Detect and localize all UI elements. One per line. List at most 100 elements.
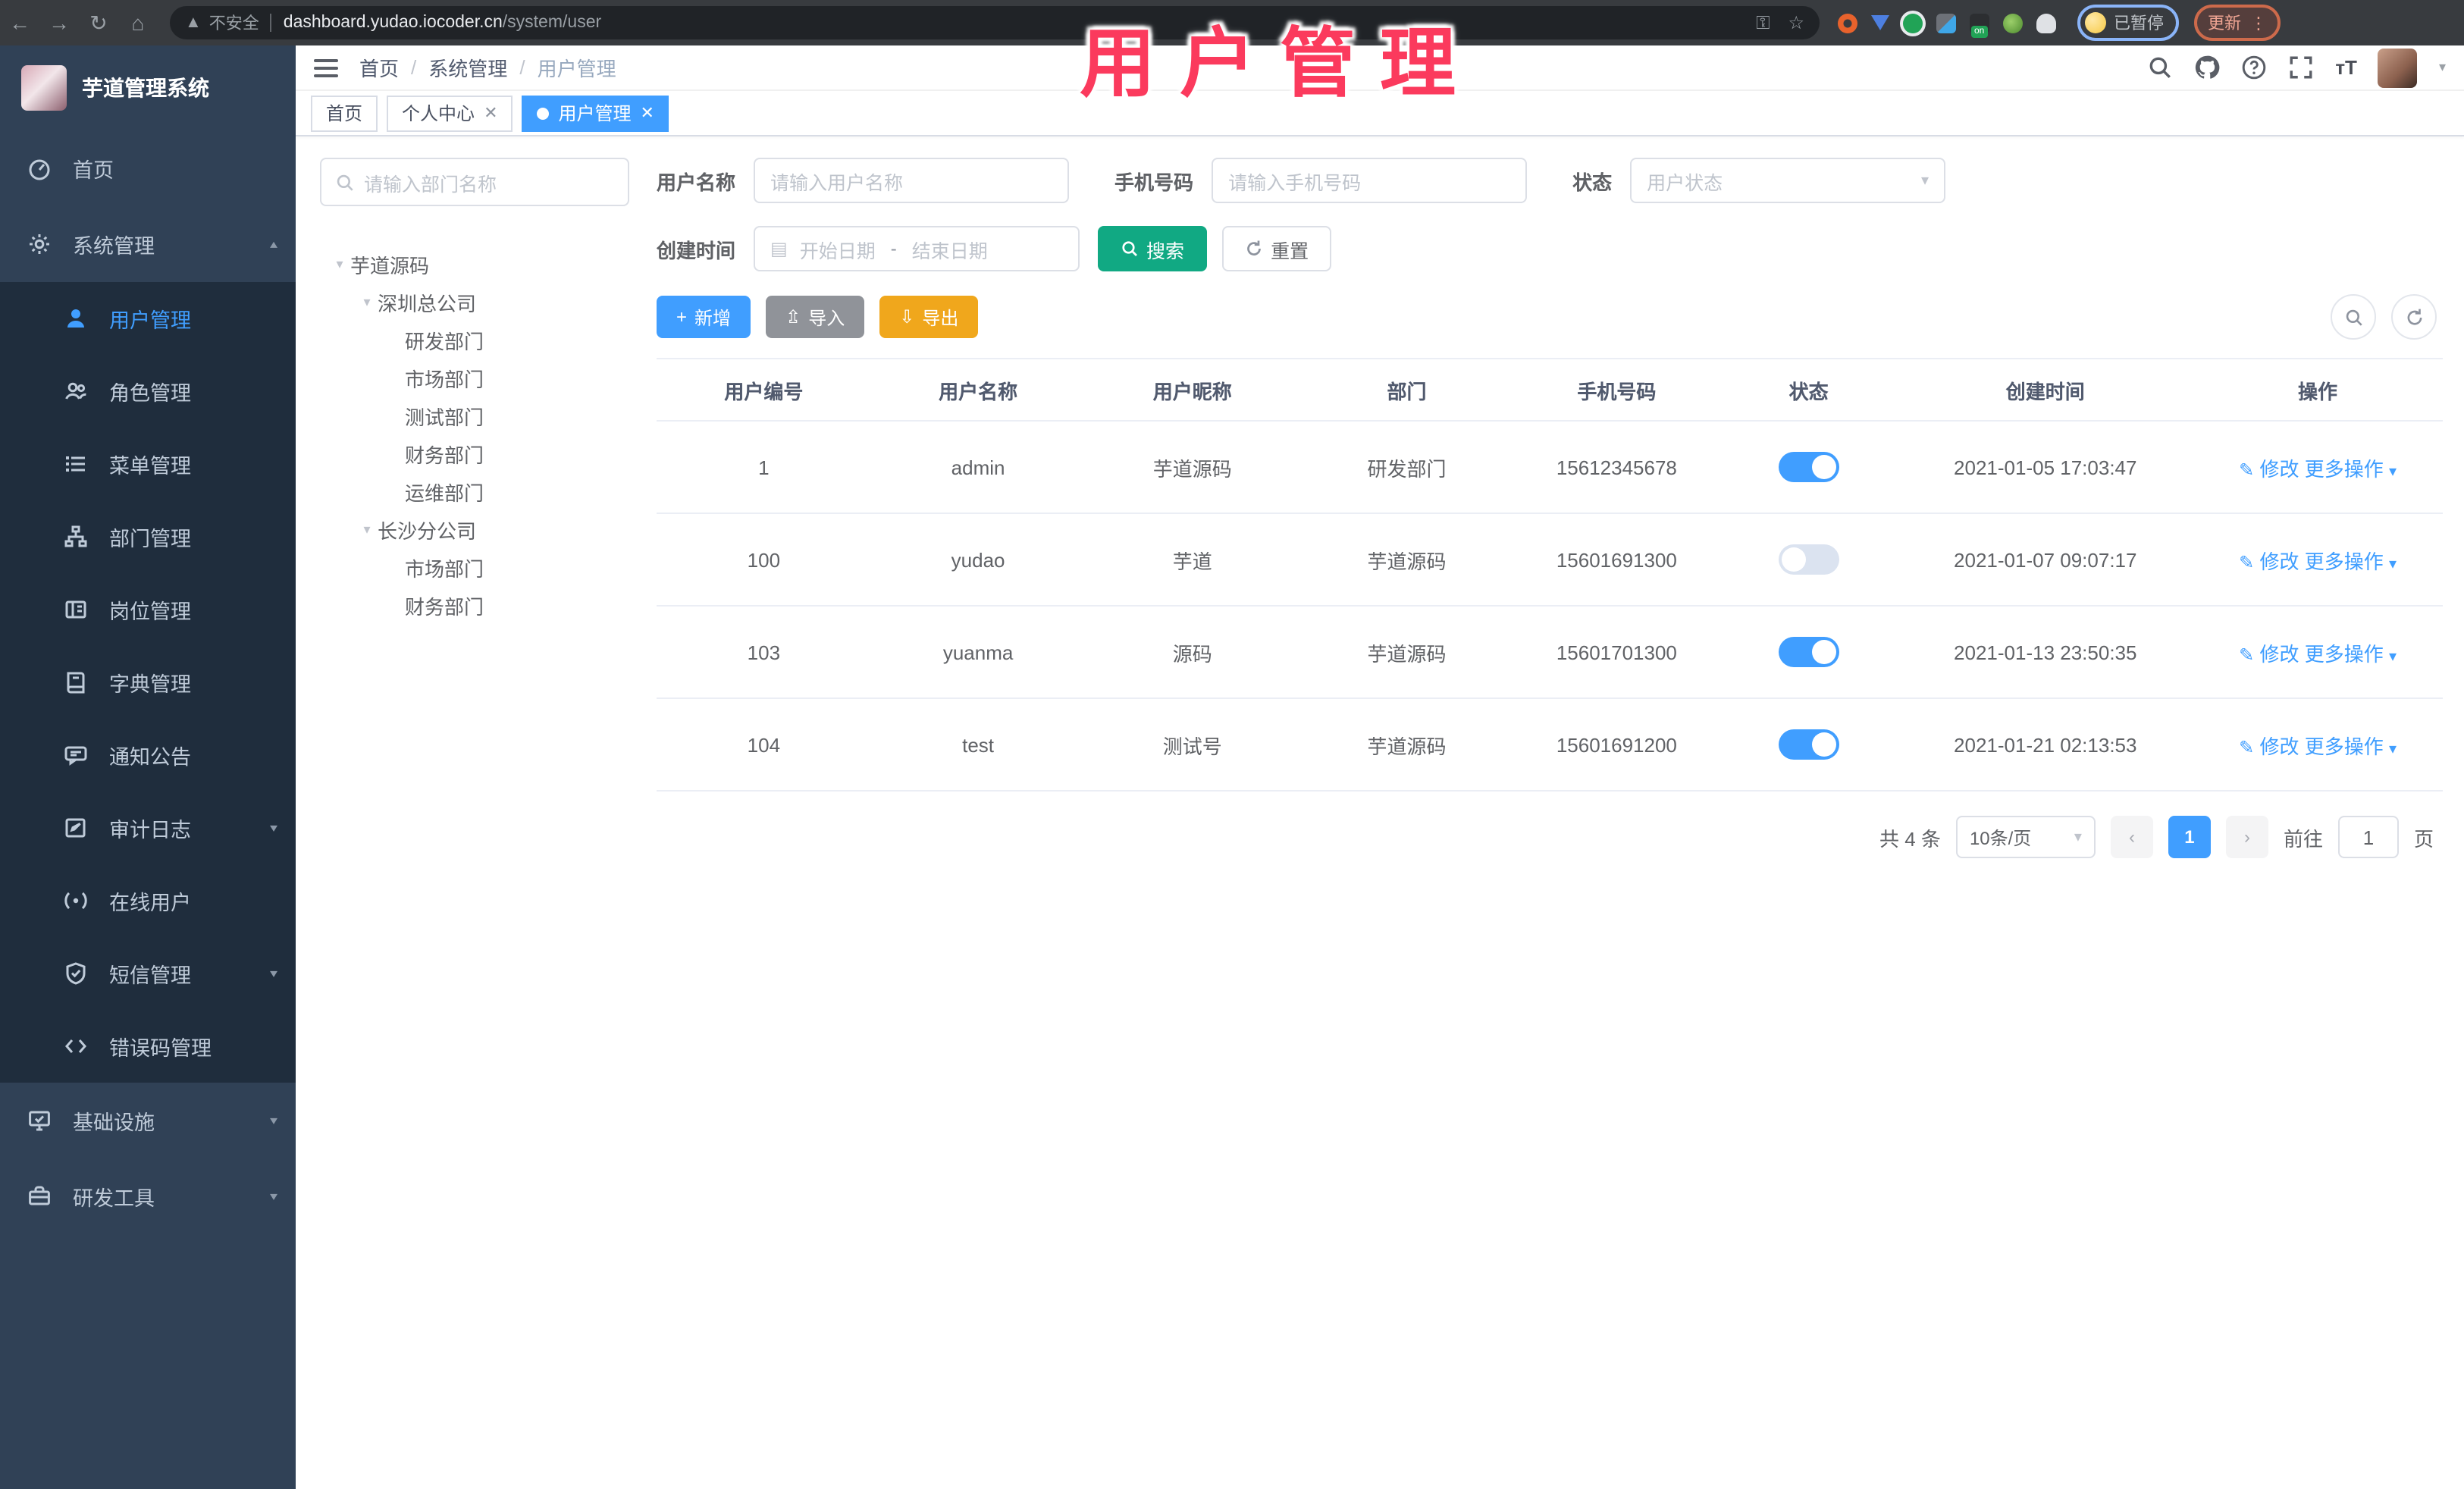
status-toggle[interactable] — [1778, 544, 1839, 575]
sidebar-logo-row[interactable]: 芋道管理系统 — [0, 45, 296, 130]
github-icon[interactable] — [2194, 55, 2220, 80]
download-icon: ⇩ — [899, 306, 915, 328]
more-actions-link[interactable]: 更多操作 ▾ — [2305, 642, 2397, 665]
tree-node-财务部门[interactable]: 财务部门 — [320, 435, 629, 473]
sidebar-item-用户管理[interactable]: 用户管理 — [0, 282, 296, 355]
status-toggle[interactable] — [1778, 637, 1839, 667]
more-actions-link[interactable]: 更多操作 ▾ — [2305, 735, 2397, 757]
department-search-input[interactable]: 请输入部门名称 — [320, 158, 629, 206]
sidebar-item-审计日志[interactable]: 审计日志 ▾ — [0, 792, 296, 864]
breadcrumb-item[interactable]: 首页 — [359, 53, 399, 82]
breadcrumb-item[interactable]: 系统管理 — [428, 53, 507, 82]
sidebar-item-在线用户[interactable]: 在线用户 — [0, 864, 296, 937]
prev-page-button[interactable]: ‹ — [2110, 816, 2153, 858]
extension-plant-icon[interactable] — [2003, 13, 2023, 33]
browser-back-icon[interactable]: ← — [0, 11, 39, 35]
extension-green-y-icon[interactable] — [1903, 13, 1923, 33]
more-actions-link[interactable]: 更多操作 ▾ — [2305, 550, 2397, 572]
sidebar-item-研发工具[interactable]: 研发工具 ▾ — [0, 1158, 296, 1234]
edit-link[interactable]: ✎ 修改 — [2239, 550, 2299, 572]
tree-expand-caret-icon[interactable]: ▾ — [329, 256, 350, 273]
avatar-dropdown-caret-icon[interactable]: ▾ — [2439, 59, 2446, 76]
close-icon[interactable]: ✕ — [641, 103, 654, 123]
sidebar-item-短信管理[interactable]: 短信管理 ▾ — [0, 937, 296, 1010]
tree-node-市场部门[interactable]: 市场部门 — [320, 549, 629, 587]
tab-用户管理[interactable]: 用户管理 ✕ — [522, 95, 669, 131]
tree-node-深圳总公司[interactable]: ▾ 深圳总公司 — [320, 284, 629, 321]
tree-node-长沙分公司[interactable]: ▾ 长沙分公司 — [320, 511, 629, 549]
font-size-icon[interactable]: тT — [2335, 56, 2357, 79]
username-input[interactable]: 请输入用户名称 — [754, 158, 1070, 203]
extension-gem-icon[interactable] — [1871, 15, 1889, 30]
help-icon[interactable] — [2241, 55, 2267, 80]
show-search-button[interactable] — [2331, 294, 2376, 340]
password-key-icon[interactable]: ⚿ — [1756, 11, 1770, 34]
pencil-icon: ✎ — [2239, 459, 2255, 480]
plus-icon: + — [676, 306, 688, 328]
close-icon[interactable]: ✕ — [484, 103, 497, 123]
next-page-button[interactable]: › — [2225, 816, 2268, 858]
date-range-input[interactable]: ▤ 开始日期 - 结束日期 — [754, 226, 1080, 271]
browser-forward-icon[interactable]: → — [39, 11, 79, 35]
extension-switch-icon[interactable]: on — [1970, 13, 1989, 37]
department-tree: ▾ 芋道源码 ▾ 深圳总公司 研发部门 市场部门 测试部门 财务部门 运维部门 ▾ 长沙分公司 市场部… — [320, 246, 629, 625]
browser-profile-chip[interactable]: 已暂停 — [2077, 5, 2179, 41]
status-toggle[interactable] — [1778, 729, 1839, 760]
page-size-select[interactable]: 10条/页 ▾ — [1955, 816, 2096, 858]
tab-首页[interactable]: 首页 — [311, 95, 378, 131]
user-avatar[interactable] — [2378, 48, 2418, 87]
status-toggle[interactable] — [1778, 452, 1839, 482]
import-button[interactable]: ⇫ 导入 — [766, 296, 865, 338]
status-select[interactable]: 用户状态 ▾ — [1630, 158, 1946, 203]
tree-node-财务部门[interactable]: 财务部门 — [320, 587, 629, 625]
sidebar-item-错误码管理[interactable]: 错误码管理 — [0, 1010, 296, 1083]
upload-icon: ⇫ — [785, 306, 801, 328]
tree-node-研发部门[interactable]: 研发部门 — [320, 321, 629, 359]
chevron-down-icon: ▾ — [2388, 463, 2397, 480]
edit-link[interactable]: ✎ 修改 — [2239, 642, 2299, 665]
sidebar-item-岗位管理[interactable]: 岗位管理 — [0, 573, 296, 646]
browser-update-button[interactable]: 更新 ⋮ — [2194, 5, 2281, 41]
extensions-puzzle-icon[interactable] — [2036, 13, 2056, 33]
profile-status-label: 已暂停 — [2114, 15, 2164, 33]
more-actions-link[interactable]: 更多操作 ▾ — [2305, 457, 2397, 480]
sidebar-item-角色管理[interactable]: 角色管理 — [0, 355, 296, 428]
tree-expand-caret-icon[interactable]: ▾ — [356, 294, 378, 311]
tree-expand-caret-icon[interactable]: ▾ — [356, 522, 378, 538]
screen: ← → ↻ ⌂ ▲ 不安全 dashboard.yudao.iocoder.cn… — [0, 0, 2464, 1489]
goto-page-input[interactable]: 1 — [2337, 816, 2399, 858]
address-bar[interactable]: ▲ 不安全 dashboard.yudao.iocoder.cn /system… — [170, 6, 1820, 39]
column-header-创建时间: 创建时间 — [1898, 358, 2193, 422]
reset-button[interactable]: 重置 — [1222, 226, 1332, 271]
export-button[interactable]: ⇩ 导出 — [879, 296, 979, 338]
tree-node-测试部门[interactable]: 测试部门 — [320, 397, 629, 435]
tree-node-芋道源码[interactable]: ▾ 芋道源码 — [320, 246, 629, 284]
edit-link[interactable]: ✎ 修改 — [2239, 457, 2299, 480]
sidebar-item-基础设施[interactable]: 基础设施 ▾ — [0, 1083, 296, 1158]
fullscreen-icon[interactable] — [2288, 55, 2314, 80]
tree-node-市场部门[interactable]: 市场部门 — [320, 359, 629, 397]
refresh-button[interactable] — [2391, 294, 2437, 340]
sidebar-item-通知公告[interactable]: 通知公告 — [0, 719, 296, 792]
current-page-button[interactable]: 1 — [2168, 816, 2211, 858]
cell-user-id: 104 — [657, 698, 871, 792]
extension-orange-icon[interactable] — [1838, 13, 1857, 33]
browser-reload-icon[interactable]: ↻ — [79, 10, 118, 36]
bookmark-star-icon[interactable]: ☆ — [1788, 12, 1804, 33]
browser-home-icon[interactable]: ⌂ — [118, 11, 158, 35]
extension-grid-icon[interactable] — [1936, 13, 1956, 33]
edit-link[interactable]: ✎ 修改 — [2239, 735, 2299, 757]
sidebar-item-字典管理[interactable]: 字典管理 — [0, 646, 296, 719]
sidebar-item-首页[interactable]: 首页 — [0, 130, 296, 206]
search-icon[interactable] — [2147, 55, 2173, 80]
sidebar-item-部门管理[interactable]: 部门管理 — [0, 500, 296, 573]
mobile-input[interactable]: 请输入手机号码 — [1212, 158, 1528, 203]
add-button[interactable]: + 新增 — [657, 296, 751, 338]
tab-个人中心[interactable]: 个人中心 ✕ — [387, 95, 513, 131]
sidebar-collapse-icon[interactable] — [314, 58, 338, 77]
tree-node-运维部门[interactable]: 运维部门 — [320, 473, 629, 511]
browser-menu-kebab-icon[interactable]: ⋮ — [2250, 13, 2267, 33]
sidebar-item-菜单管理[interactable]: 菜单管理 — [0, 428, 296, 500]
search-button[interactable]: 搜索 — [1098, 226, 1208, 271]
sidebar-item-系统管理[interactable]: 系统管理 ▴ — [0, 206, 296, 282]
